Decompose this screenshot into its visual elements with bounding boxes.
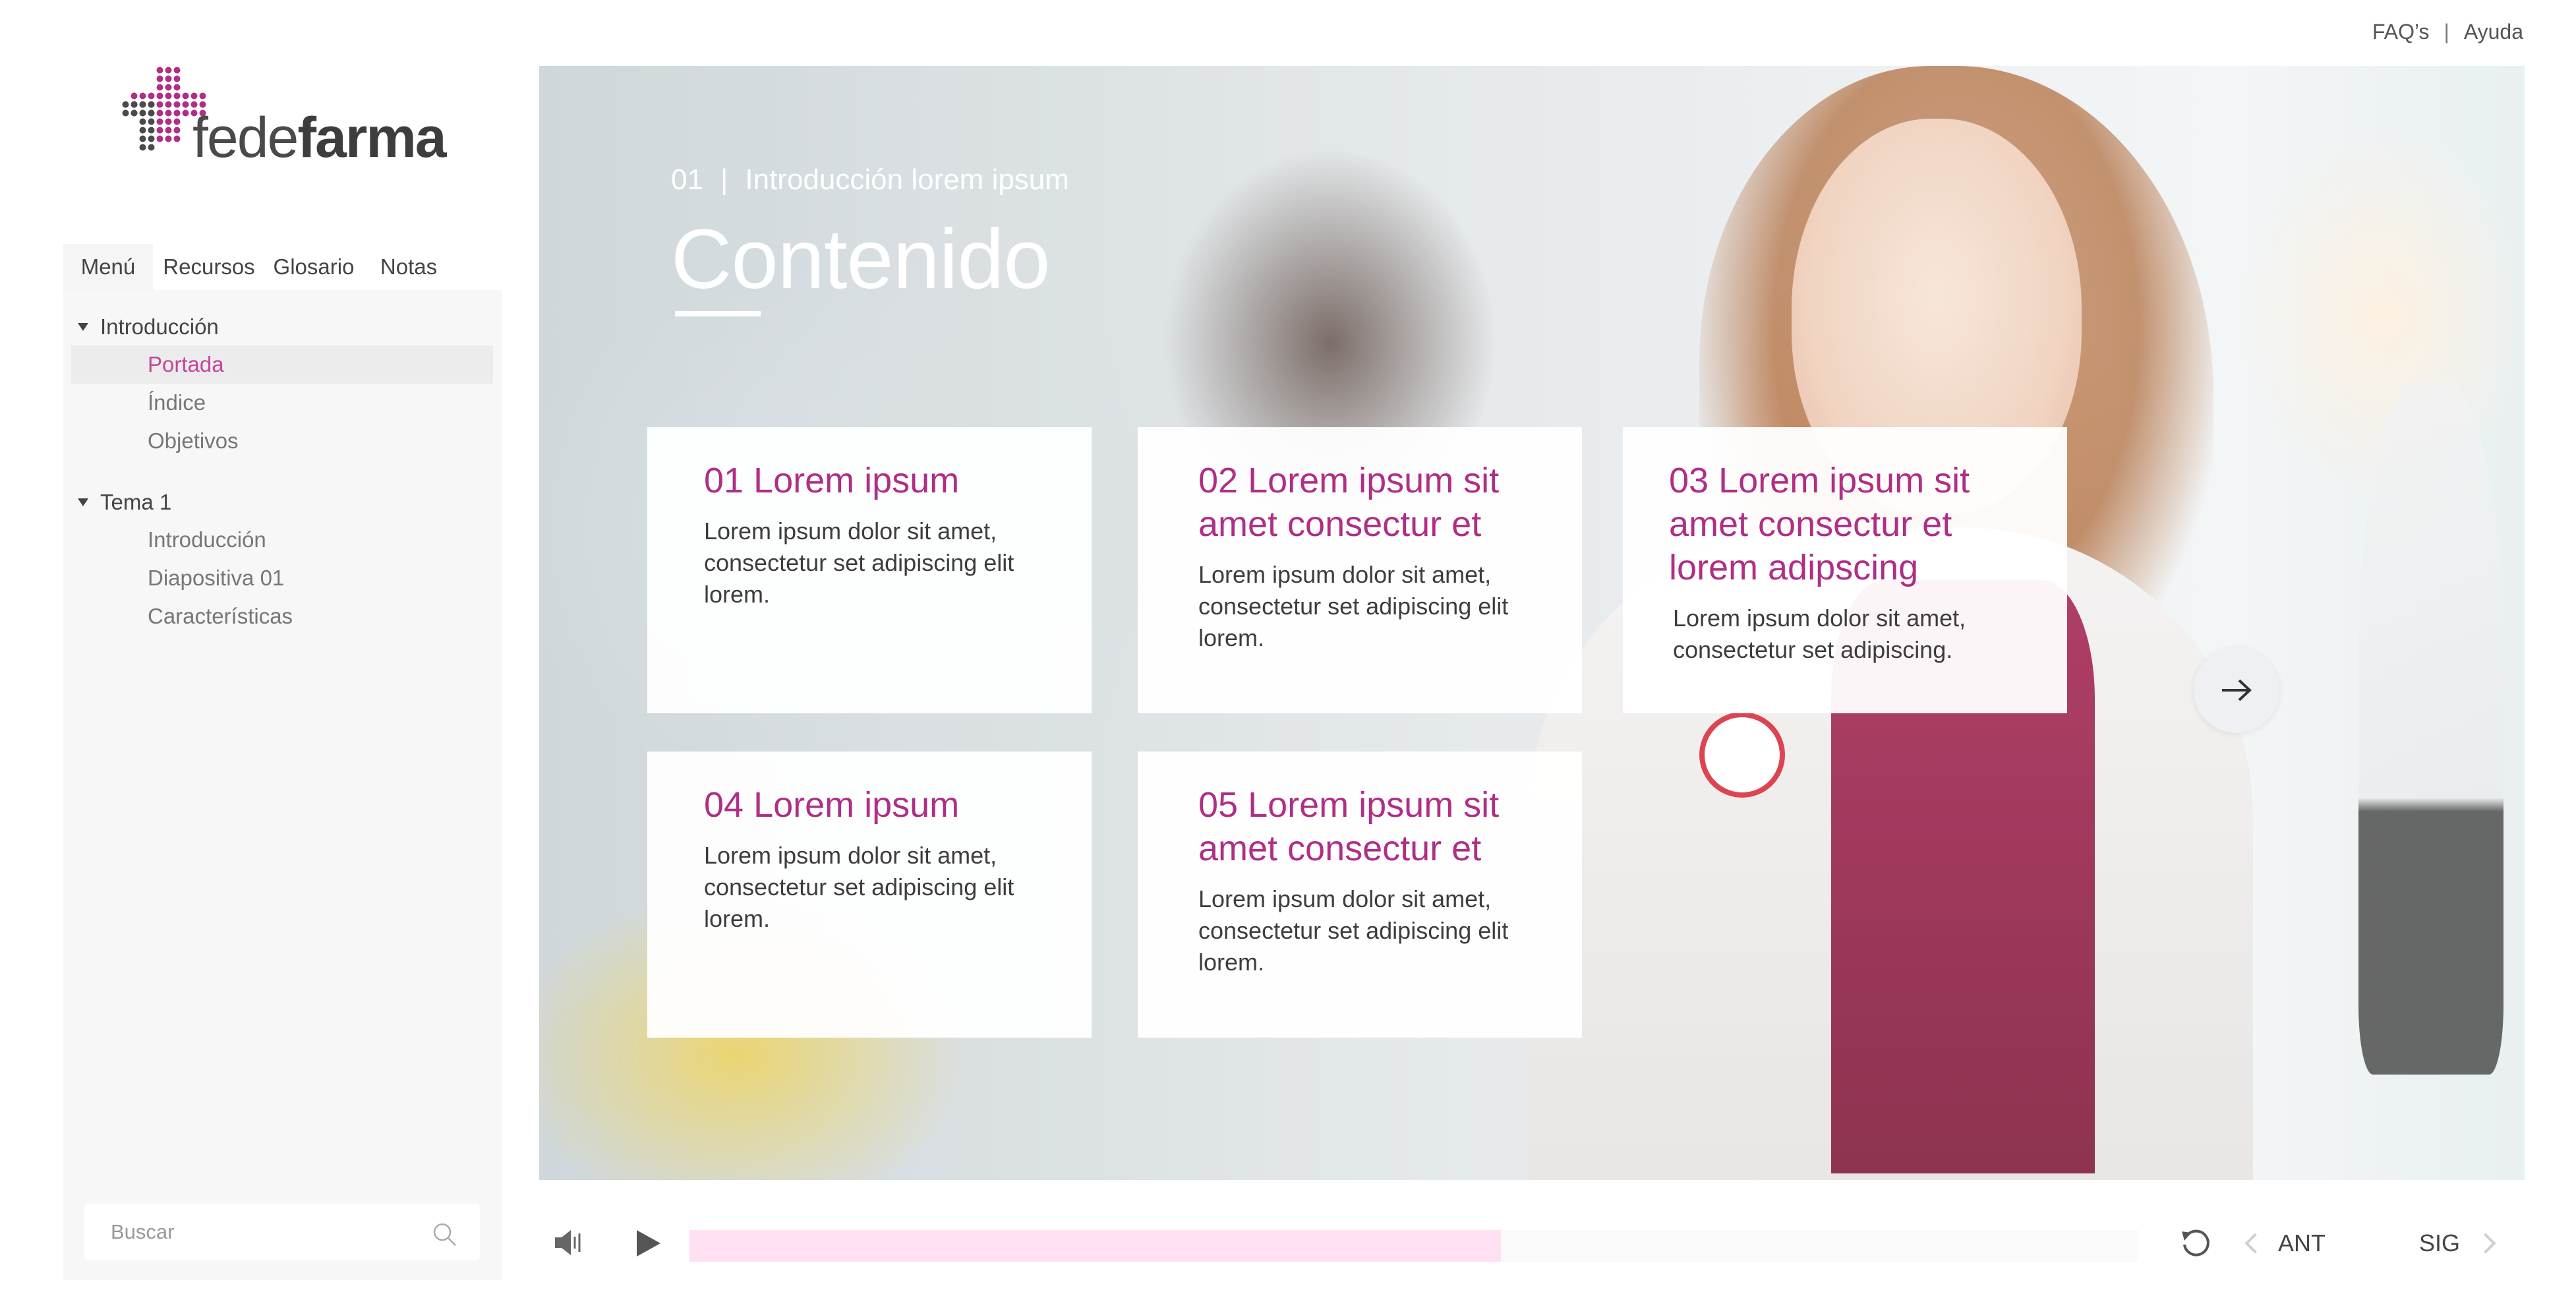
card-text: Lorem ipsum dolor sit amet, consectetur … xyxy=(1198,885,1509,976)
card-text: Lorem ipsum dolor sit amet, consectetur … xyxy=(1673,605,1966,663)
next-label: SIG xyxy=(2419,1229,2461,1256)
card-title: 03 Lorem ipsum sit amet consectur et lor… xyxy=(1669,461,1970,587)
card-text: Lorem ipsum dolor sit amet, consectetur … xyxy=(1198,561,1509,651)
player-bar: ANT SIG xyxy=(539,1200,2525,1283)
slide-breadcrumb: 01 | Introducción lorem ipsum xyxy=(671,163,1069,196)
menu-item-objetivos[interactable]: Objetivos xyxy=(71,422,493,460)
menu-group-tema-1[interactable]: Tema 1 xyxy=(71,484,493,521)
fedefarma-logo[interactable]: fedefarma xyxy=(121,66,447,171)
menu-item-caracteristicas[interactable]: Características xyxy=(71,597,493,635)
arrow-right-icon xyxy=(2222,679,2252,701)
menu-item-diapositiva-01[interactable]: Diapositiva 01 xyxy=(71,559,493,597)
menu-group-introduccion[interactable]: Introducción xyxy=(71,309,493,345)
slide-number: 01 xyxy=(671,163,703,196)
progress-fill xyxy=(689,1230,1501,1262)
faq-link[interactable]: FAQ’s xyxy=(2372,20,2430,44)
top-links: FAQ’s | Ayuda xyxy=(2372,20,2523,44)
slide-section: Introducción lorem ipsum xyxy=(745,163,1069,196)
volume-icon[interactable] xyxy=(554,1227,584,1258)
content-card-2[interactable]: 02 Lorem ipsum sit amet consectur et Lor… xyxy=(1138,427,1582,713)
card-text: Lorem ipsum dolor sit amet, consectetur … xyxy=(704,517,1014,608)
search-input[interactable] xyxy=(111,1220,414,1244)
prev-label: ANT xyxy=(2278,1229,2326,1256)
menu-tree: Introducción Portada Índice Objetivos Te… xyxy=(71,309,493,635)
next-button[interactable]: SIG xyxy=(2419,1226,2496,1260)
content-card-1[interactable]: 01 Lorem ipsum Lorem ipsum dolor sit ame… xyxy=(647,427,1092,713)
content-card-5[interactable]: 05 Lorem ipsum sit amet consectur et Lor… xyxy=(1138,752,1582,1038)
card-title: 02 Lorem ipsum sit amet consectur et xyxy=(1198,461,1500,544)
content-card-3[interactable]: 03 Lorem ipsum sit amet consectur et lor… xyxy=(1623,427,2067,713)
menu-group-label: Introducción xyxy=(100,314,219,339)
menu-item-introduccion[interactable]: Introducción xyxy=(71,521,493,559)
tab-glossary[interactable]: Glosario xyxy=(265,244,363,290)
slide-stage: 01 | Introducción lorem ipsum Contenido … xyxy=(539,66,2525,1180)
chevron-left-icon xyxy=(2244,1233,2266,1254)
title-underline xyxy=(675,311,761,316)
caret-down-icon xyxy=(78,323,88,331)
breadcrumb-separator: | xyxy=(720,163,728,196)
top-links-separator: | xyxy=(2444,20,2449,44)
menu-group-label: Tema 1 xyxy=(100,490,172,514)
menu-panel: Introducción Portada Índice Objetivos Te… xyxy=(63,290,502,1280)
help-link[interactable]: Ayuda xyxy=(2464,20,2523,44)
search-box xyxy=(84,1204,480,1260)
content-card-4[interactable]: 04 Lorem ipsum Lorem ipsum dolor sit ame… xyxy=(647,752,1092,1038)
progress-track[interactable] xyxy=(689,1230,2138,1262)
replay-icon[interactable] xyxy=(2178,1225,2215,1262)
sidebar: fedefarma Menú Recursos Glosario Notas I… xyxy=(63,0,502,1280)
card-title: 01 Lorem ipsum xyxy=(704,461,960,500)
caret-down-icon xyxy=(78,498,88,506)
page-title: Contenido xyxy=(671,212,1051,307)
card-text: Lorem ipsum dolor sit amet, consectetur … xyxy=(704,842,1014,932)
chevron-right-icon xyxy=(2475,1233,2496,1254)
prev-button[interactable]: ANT xyxy=(2244,1226,2326,1260)
card-title: 04 Lorem ipsum xyxy=(704,785,960,825)
menu-item-portada[interactable]: Portada xyxy=(71,345,493,384)
logo-wordmark: fedefarma xyxy=(192,106,447,169)
play-icon[interactable] xyxy=(635,1229,662,1258)
tab-notes[interactable]: Notas xyxy=(363,244,455,290)
menu-item-indice[interactable]: Índice xyxy=(71,384,493,422)
tab-menu[interactable]: Menú xyxy=(63,244,153,290)
cards-next-button[interactable] xyxy=(2194,647,2279,733)
search-icon[interactable] xyxy=(431,1221,457,1247)
card-title: 05 Lorem ipsum sit amet consectur et xyxy=(1198,785,1500,868)
sidebar-tabs: Menú Recursos Glosario Notas xyxy=(63,244,502,290)
tab-resources[interactable]: Recursos xyxy=(153,244,265,290)
